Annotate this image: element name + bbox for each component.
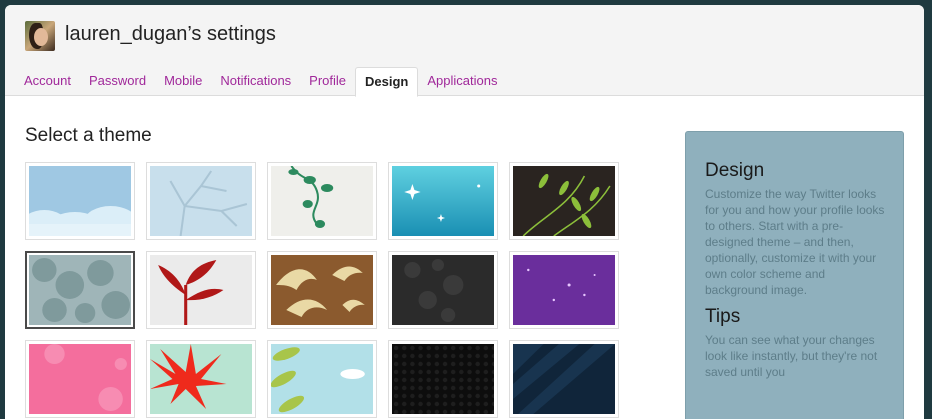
tab-mobile[interactable]: Mobile: [155, 67, 211, 95]
theme-brown-birds[interactable]: [267, 251, 377, 329]
theme-grey-foliage[interactable]: [25, 251, 135, 329]
theme-grey-foliage-preview: [29, 255, 131, 325]
tab-account[interactable]: Account: [15, 67, 80, 95]
sidebar-tips-title: Tips: [705, 306, 741, 327]
theme-dark-grey-pattern[interactable]: [388, 251, 498, 329]
settings-tabs: Account Password Mobile Notifications Pr…: [15, 67, 506, 97]
theme-brown-birds-preview: [271, 255, 373, 325]
theme-red-branch[interactable]: [146, 251, 256, 329]
avatar-face: [34, 28, 48, 46]
design-sidebar: Design Customize the way Twitter looks f…: [685, 131, 904, 419]
sidebar-design-text: Customize the way Twitter looks for you …: [705, 187, 885, 297]
tab-profile[interactable]: Profile: [300, 67, 355, 95]
theme-green-vines-preview: [271, 166, 373, 236]
tab-password[interactable]: Password: [80, 67, 155, 95]
theme-pink-flowers[interactable]: [25, 340, 135, 418]
theme-dark-grey-pattern-preview: [392, 255, 494, 325]
tab-design[interactable]: Design: [355, 67, 419, 97]
theme-bare-tree[interactable]: [146, 162, 256, 240]
user-avatar[interactable]: [25, 21, 55, 51]
theme-black-honeycomb[interactable]: [388, 340, 498, 418]
tab-notifications[interactable]: Notifications: [211, 67, 300, 95]
theme-green-leaves-dark-preview: [513, 166, 615, 236]
theme-navy-rays-preview: [513, 344, 615, 414]
settings-header: lauren_dugan’s settings Account Password…: [5, 5, 924, 97]
theme-grid: [25, 162, 619, 418]
theme-pink-flowers-preview: [29, 344, 131, 414]
theme-bare-tree-preview: [150, 166, 252, 236]
theme-leaves-sky[interactable]: [267, 340, 377, 418]
theme-green-vines[interactable]: [267, 162, 377, 240]
theme-leaves-sky-preview: [271, 344, 373, 414]
theme-green-leaves-dark[interactable]: [509, 162, 619, 240]
theme-blue-sparkles[interactable]: [388, 162, 498, 240]
theme-sky-clouds-preview: [29, 166, 131, 236]
theme-red-flower-mint[interactable]: [146, 340, 256, 418]
theme-purple-sparkles-preview: [513, 255, 615, 325]
sidebar-tips-text: You can see what your changes look like …: [705, 333, 878, 379]
sidebar-design-title: Design: [705, 160, 765, 181]
theme-blue-sparkles-preview: [392, 166, 494, 236]
settings-panel: lauren_dugan’s settings Account Password…: [5, 5, 924, 419]
theme-sky-clouds[interactable]: [25, 162, 135, 240]
theme-black-honeycomb-preview: [392, 344, 494, 414]
page-title: lauren_dugan’s settings: [65, 23, 276, 45]
tab-applications[interactable]: Applications: [418, 67, 506, 95]
section-title: Select a theme: [25, 125, 152, 146]
theme-navy-rays[interactable]: [509, 340, 619, 418]
theme-red-branch-preview: [150, 255, 252, 325]
theme-purple-sparkles[interactable]: [509, 251, 619, 329]
theme-red-flower-mint-preview: [150, 344, 252, 414]
